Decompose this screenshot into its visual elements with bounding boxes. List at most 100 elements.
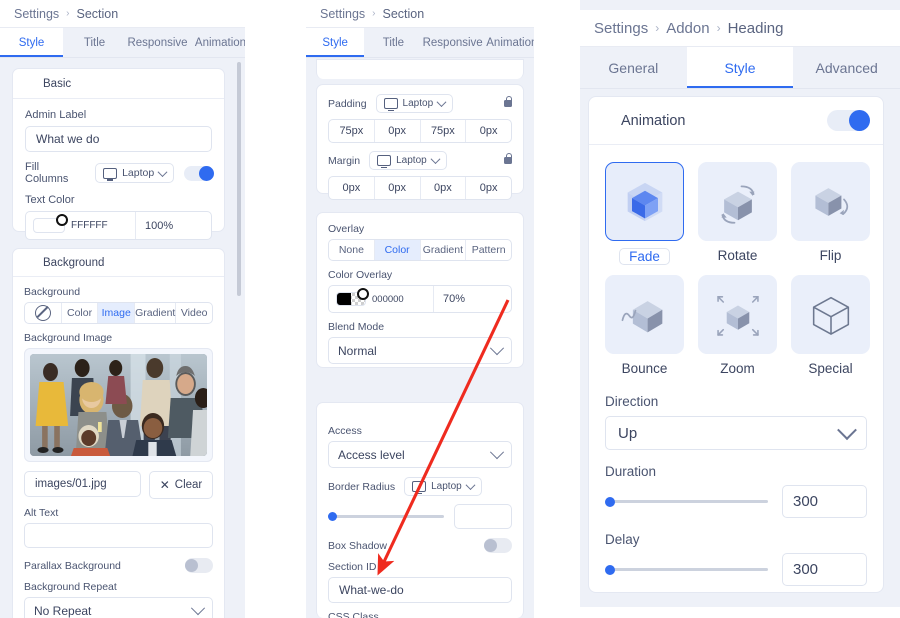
color-overlay-hex: 000000	[372, 293, 404, 305]
tab-title-label: Title	[382, 36, 405, 49]
breadcrumb-root[interactable]: Settings	[594, 20, 648, 37]
cube-fade-icon[interactable]	[605, 162, 684, 241]
overlay-type-gradient[interactable]: Gradient	[421, 240, 467, 260]
breadcrumb-root[interactable]: Settings	[14, 7, 59, 21]
background-card-header[interactable]: Background	[13, 249, 224, 277]
margin-top-input[interactable]: 0px	[329, 177, 375, 199]
cube-rotate-icon[interactable]	[698, 162, 777, 241]
box-shadow-toggle[interactable]	[484, 538, 512, 553]
tab-responsive[interactable]: Responsive	[126, 28, 189, 57]
access-select[interactable]: Access level	[328, 441, 512, 468]
breadcrumb-mid: Settings › Section	[306, 0, 534, 28]
tab-title[interactable]: Title	[364, 28, 422, 57]
section-id-value: What-we-do	[339, 583, 404, 597]
animation-option-fade[interactable]: Fade	[605, 162, 684, 265]
background-image-path-input[interactable]: images/01.jpg	[24, 471, 141, 497]
tab-style[interactable]: Style	[306, 28, 365, 57]
background-type-image[interactable]: Image	[98, 303, 136, 323]
margin-right-value: 0px	[388, 182, 406, 194]
left-panel-scrollbar[interactable]	[237, 62, 241, 296]
tab-responsive-label: Responsive	[422, 36, 483, 49]
overlay-type-color[interactable]: Color	[374, 240, 421, 260]
padding-top-input[interactable]: 75px	[329, 120, 375, 142]
fill-columns-device-select[interactable]: Laptop	[95, 163, 175, 183]
tab-title[interactable]: Title	[63, 28, 126, 57]
tab-animation[interactable]: Animation	[483, 28, 534, 57]
margin-bottom-input[interactable]: 0px	[421, 177, 467, 199]
background-image-dropzone[interactable]	[24, 348, 213, 462]
tab-general[interactable]: General	[580, 47, 687, 88]
tab-advanced[interactable]: Advanced	[793, 47, 900, 88]
animation-option-rotate[interactable]: Rotate	[698, 162, 777, 265]
blend-mode-label: Blend Mode	[328, 321, 385, 333]
chevron-down-icon	[157, 166, 168, 177]
overlay-type-none[interactable]: None	[329, 240, 375, 260]
color-overlay-opacity[interactable]: 70%	[443, 293, 465, 305]
breadcrumb-root[interactable]: Settings	[320, 7, 365, 21]
left-settings-panel: Settings › Section Style Title Responsiv…	[0, 0, 245, 618]
section-id-input[interactable]: What-we-do	[328, 577, 512, 603]
alt-text-input[interactable]	[24, 523, 213, 548]
padding-left-input[interactable]: 0px	[466, 120, 511, 142]
tab-title-label: Title	[83, 36, 106, 49]
slider-handle[interactable]	[605, 496, 615, 507]
background-type-gradient[interactable]: Gradient	[135, 303, 177, 323]
background-type-video[interactable]: Video	[176, 303, 212, 323]
duration-slider[interactable]	[605, 495, 768, 509]
animation-option-zoom[interactable]: Zoom	[698, 275, 777, 376]
tab-style[interactable]: Style	[0, 28, 63, 57]
background-type-color[interactable]: Color	[62, 303, 99, 323]
animation-toggle[interactable]	[827, 110, 870, 131]
cube-bounce-icon[interactable]	[605, 275, 684, 354]
direction-select[interactable]: Up	[605, 416, 867, 450]
animation-option-special[interactable]: Special	[791, 275, 870, 376]
breadcrumb-current: Section	[382, 6, 425, 21]
fill-columns-toggle[interactable]	[184, 165, 214, 181]
lock-icon[interactable]	[504, 153, 513, 164]
cube-wireframe-icon[interactable]	[791, 275, 870, 354]
admin-label-input[interactable]: What we do	[25, 126, 212, 152]
background-repeat-select[interactable]: No Repeat	[24, 597, 213, 618]
lock-icon[interactable]	[504, 96, 513, 107]
delay-input[interactable]: 300	[782, 553, 867, 586]
border-radius-input[interactable]	[454, 504, 512, 529]
overlay-type-pattern[interactable]: Pattern	[466, 240, 511, 260]
text-color-opacity[interactable]: 100%	[145, 220, 173, 232]
cube-zoom-icon[interactable]	[698, 275, 777, 354]
breadcrumb-mid[interactable]: Addon	[666, 20, 709, 37]
animation-option-bounce[interactable]: Bounce	[605, 275, 684, 376]
background-image-thumbnail[interactable]	[30, 354, 207, 456]
border-radius-device-select[interactable]: Laptop	[404, 477, 482, 496]
background-type-none[interactable]	[25, 303, 62, 323]
parallax-toggle[interactable]	[185, 558, 213, 573]
tab-style[interactable]: Style	[686, 47, 794, 88]
delay-slider[interactable]	[605, 563, 768, 577]
animation-option-flip[interactable]: Flip	[791, 162, 870, 265]
slider-track	[605, 568, 768, 571]
toggle-knob	[849, 110, 870, 131]
margin-right-input[interactable]: 0px	[375, 177, 421, 199]
tab-animation[interactable]: Animation	[189, 28, 245, 57]
animation-card-header[interactable]: Animation	[589, 97, 883, 145]
color-overlay-swatch[interactable]	[336, 288, 369, 306]
duration-input[interactable]: 300	[782, 485, 867, 518]
margin-left-input[interactable]: 0px	[466, 177, 511, 199]
basic-card-header[interactable]: Basic	[13, 69, 224, 99]
margin-device-select[interactable]: Laptop	[369, 151, 447, 170]
padding-bottom-input[interactable]: 75px	[421, 120, 467, 142]
blend-mode-select[interactable]: Normal	[328, 337, 512, 364]
padding-device-select[interactable]: Laptop	[375, 94, 454, 113]
breadcrumb-current: Section	[76, 6, 119, 21]
clear-image-button[interactable]: ✕ Clear	[149, 471, 213, 499]
chevron-down-icon	[489, 444, 505, 459]
tab-responsive-label: Responsive	[127, 36, 188, 49]
tab-responsive[interactable]: Responsive	[423, 28, 483, 57]
cube-flip-icon[interactable]	[791, 162, 870, 241]
fill-columns-label: Fill Columns	[25, 161, 69, 185]
text-color-swatch[interactable]	[33, 214, 68, 233]
slider-handle[interactable]	[328, 512, 337, 521]
slider-handle[interactable]	[605, 564, 615, 575]
delay-label: Delay	[605, 532, 640, 547]
border-radius-slider[interactable]	[328, 510, 444, 524]
padding-right-input[interactable]: 0px	[375, 120, 421, 142]
